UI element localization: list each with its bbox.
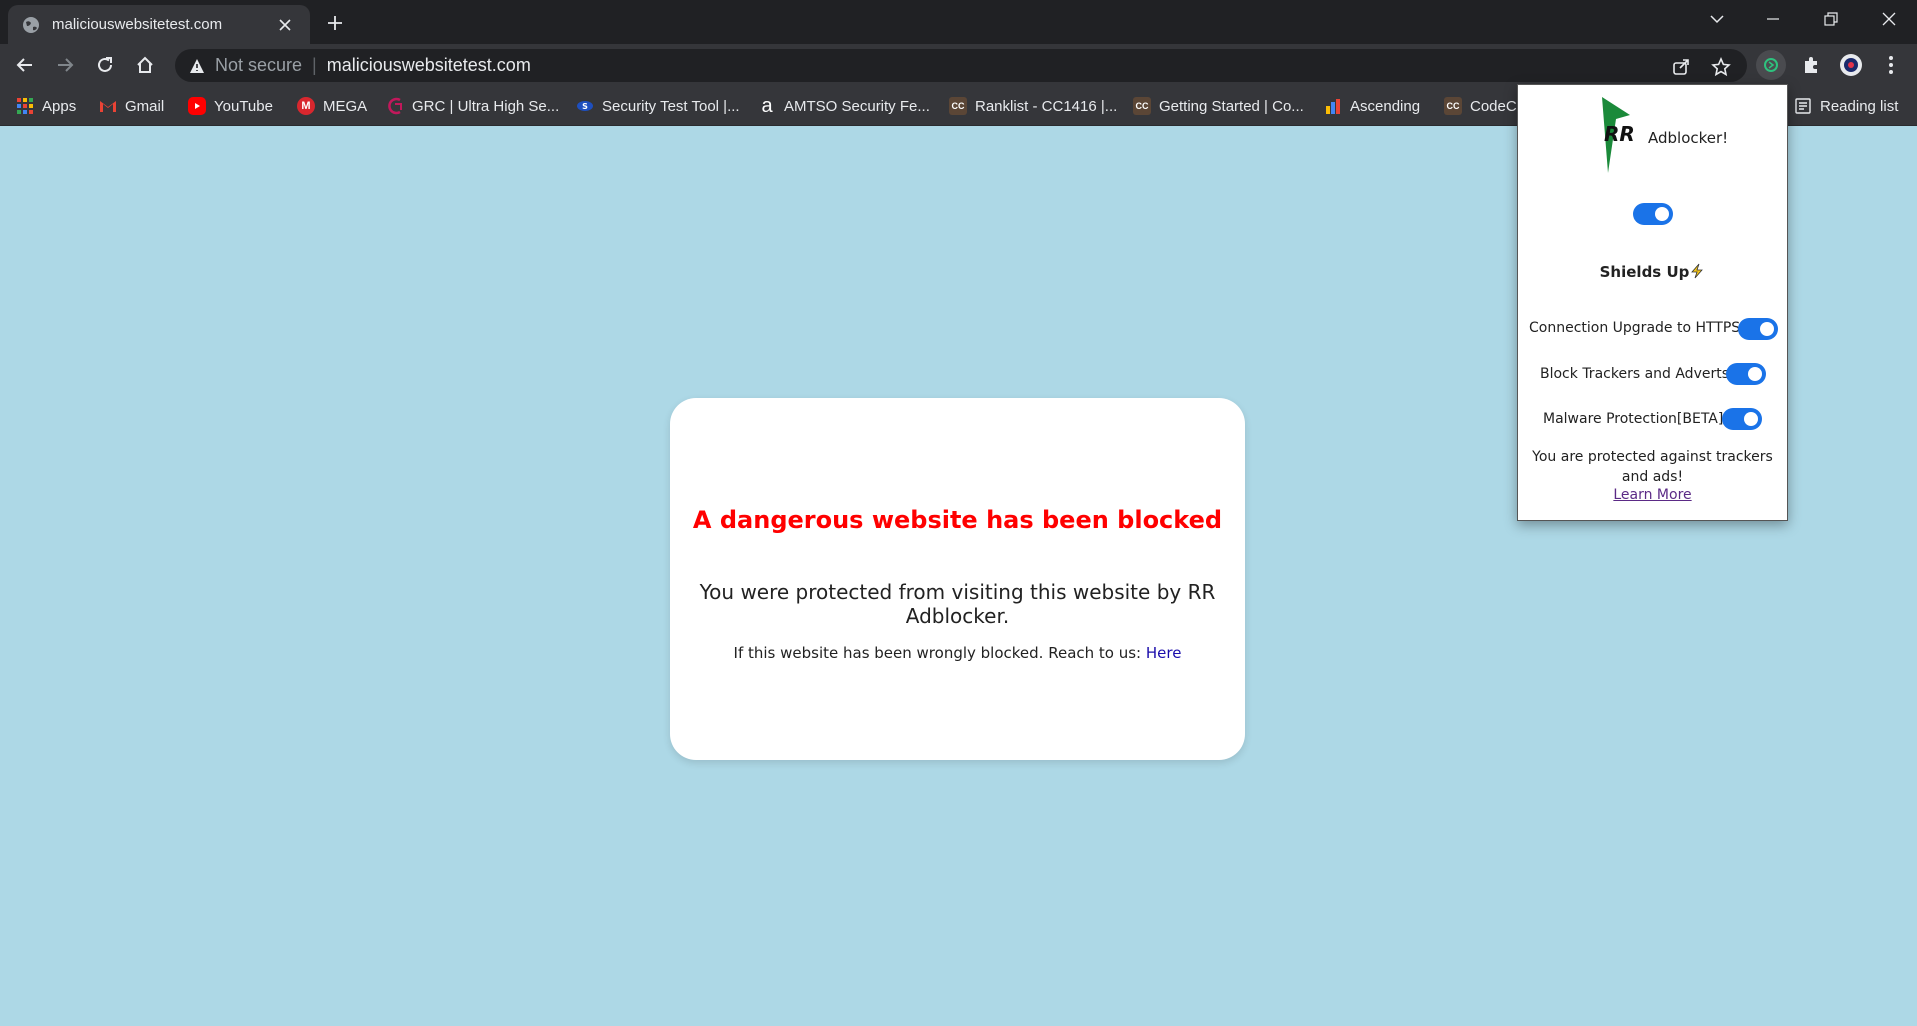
protection-status-text: You are protected against trackers and a…	[1532, 449, 1773, 485]
report-note-text: If this website has been wrongly blocked…	[733, 644, 1142, 662]
security-tool-icon: S	[576, 97, 594, 115]
bookmark-apps[interactable]: Apps	[16, 95, 76, 117]
bookmark-grc[interactable]: GRC | Ultra High Se...	[386, 95, 559, 117]
shields-status: Shields Up	[1518, 263, 1787, 281]
report-note: If this website has been wrongly blocked…	[670, 644, 1245, 662]
bookmark-label: Getting Started | Co...	[1159, 97, 1304, 115]
new-tab-button[interactable]	[322, 10, 348, 36]
bookmark-mega[interactable]: M MEGA	[297, 95, 367, 117]
rr-logo-icon: RR	[1602, 97, 1635, 173]
bookmark-label: Ascending	[1350, 97, 1421, 115]
restore-icon[interactable]	[1808, 4, 1854, 34]
profile-avatar-icon[interactable]	[1836, 50, 1866, 80]
bookmark-getting-started[interactable]: CC Getting Started | Co...	[1133, 95, 1304, 117]
adblocker-popup: RR Adblocker! Shields Up Connection Upgr…	[1517, 84, 1788, 521]
bookmark-amtso[interactable]: a AMTSO Security Fe...	[758, 94, 930, 117]
share-icon[interactable]	[1669, 55, 1693, 79]
menu-kebab-icon[interactable]	[1876, 50, 1906, 80]
bookmark-label: Apps	[42, 97, 77, 115]
logo-text: RR	[1604, 122, 1635, 146]
apps-grid-icon	[16, 97, 34, 115]
bookmark-label: YouTube	[214, 97, 273, 115]
https-upgrade-label: Connection Upgrade to HTTPS	[1529, 320, 1741, 336]
blocked-title: A dangerous website has been blocked	[692, 506, 1223, 534]
reading-list-icon	[1794, 97, 1812, 115]
shields-label: Shields Up	[1599, 263, 1690, 281]
amtso-icon: a	[761, 94, 773, 117]
malware-protection-toggle[interactable]	[1722, 408, 1762, 430]
bookmark-ascending[interactable]: Ascending	[1324, 95, 1420, 117]
lightning-icon	[1691, 263, 1704, 279]
warning-icon[interactable]	[189, 58, 205, 74]
mega-icon: M	[297, 97, 315, 115]
back-icon[interactable]	[10, 50, 40, 80]
grc-icon	[386, 97, 404, 115]
bookmark-label: GRC | Ultra High Se...	[412, 97, 560, 115]
bookmark-security-test-tool[interactable]: S Security Test Tool |...	[576, 95, 740, 117]
codechef-icon: CC	[1133, 97, 1151, 115]
tab-title: maliciouswebsitetest.com	[52, 16, 223, 33]
minimize-icon[interactable]	[1750, 4, 1796, 34]
protection-message: You were protected from visiting this we…	[699, 580, 1216, 628]
bookmark-youtube[interactable]: YouTube	[188, 95, 273, 117]
security-status[interactable]: Not secure	[215, 55, 302, 76]
reading-list-label: Reading list	[1820, 97, 1899, 115]
home-icon[interactable]	[130, 50, 160, 80]
youtube-icon	[188, 97, 206, 115]
bar-chart-icon	[1324, 97, 1342, 115]
block-trackers-toggle[interactable]	[1726, 363, 1766, 385]
learn-more-link[interactable]: Learn More	[1518, 487, 1787, 503]
forward-icon[interactable]	[50, 50, 80, 80]
browser-toolbar: Not secure | maliciouswebsitetest.com	[0, 44, 1917, 86]
bookmark-label: Ranklist - CC1416 |...	[975, 97, 1118, 115]
close-window-icon[interactable]	[1866, 4, 1912, 34]
malware-protection-label: Malware Protection[BETA]	[1543, 411, 1724, 427]
bookmark-label: MEGA	[323, 97, 368, 115]
codechef-icon: CC	[1444, 97, 1462, 115]
svg-text:S: S	[582, 102, 588, 111]
reading-list-button[interactable]: Reading list	[1794, 95, 1898, 117]
bookmark-label: Gmail	[125, 97, 165, 115]
report-link[interactable]: Here	[1146, 644, 1182, 662]
adblocker-extension-icon[interactable]	[1756, 50, 1786, 80]
bookmark-ranklist[interactable]: CC Ranklist - CC1416 |...	[949, 95, 1117, 117]
codechef-icon: CC	[949, 97, 967, 115]
bookmark-gmail[interactable]: Gmail	[99, 95, 164, 117]
gmail-icon	[99, 97, 117, 115]
bookmark-label: Security Test Tool |...	[602, 97, 740, 115]
tab-search-chevron-icon[interactable]	[1694, 4, 1740, 34]
bookmark-star-icon[interactable]	[1709, 55, 1733, 79]
url-text[interactable]: maliciouswebsitetest.com	[327, 55, 531, 76]
extensions-puzzle-icon[interactable]	[1796, 50, 1826, 80]
tab-strip: maliciouswebsitetest.com	[0, 0, 1917, 44]
address-bar[interactable]: Not secure | maliciouswebsitetest.com	[175, 49, 1747, 82]
main-protection-toggle[interactable]	[1633, 203, 1673, 225]
address-separator: |	[312, 55, 317, 75]
popup-brand: Adblocker!	[1648, 129, 1729, 147]
bookmark-label: AMTSO Security Fe...	[784, 97, 930, 115]
block-notice-card: A dangerous website has been blocked You…	[670, 398, 1245, 760]
globe-icon	[23, 16, 39, 33]
reload-icon[interactable]	[90, 50, 120, 80]
bookmark-codechef[interactable]: CC CodeC	[1444, 95, 1517, 117]
https-upgrade-toggle[interactable]	[1738, 318, 1778, 340]
close-tab-icon[interactable]	[274, 14, 296, 36]
bookmark-label: CodeC	[1470, 97, 1517, 115]
block-trackers-label: Block Trackers and Adverts	[1540, 366, 1730, 382]
browser-tab[interactable]: maliciouswebsitetest.com	[8, 5, 310, 44]
